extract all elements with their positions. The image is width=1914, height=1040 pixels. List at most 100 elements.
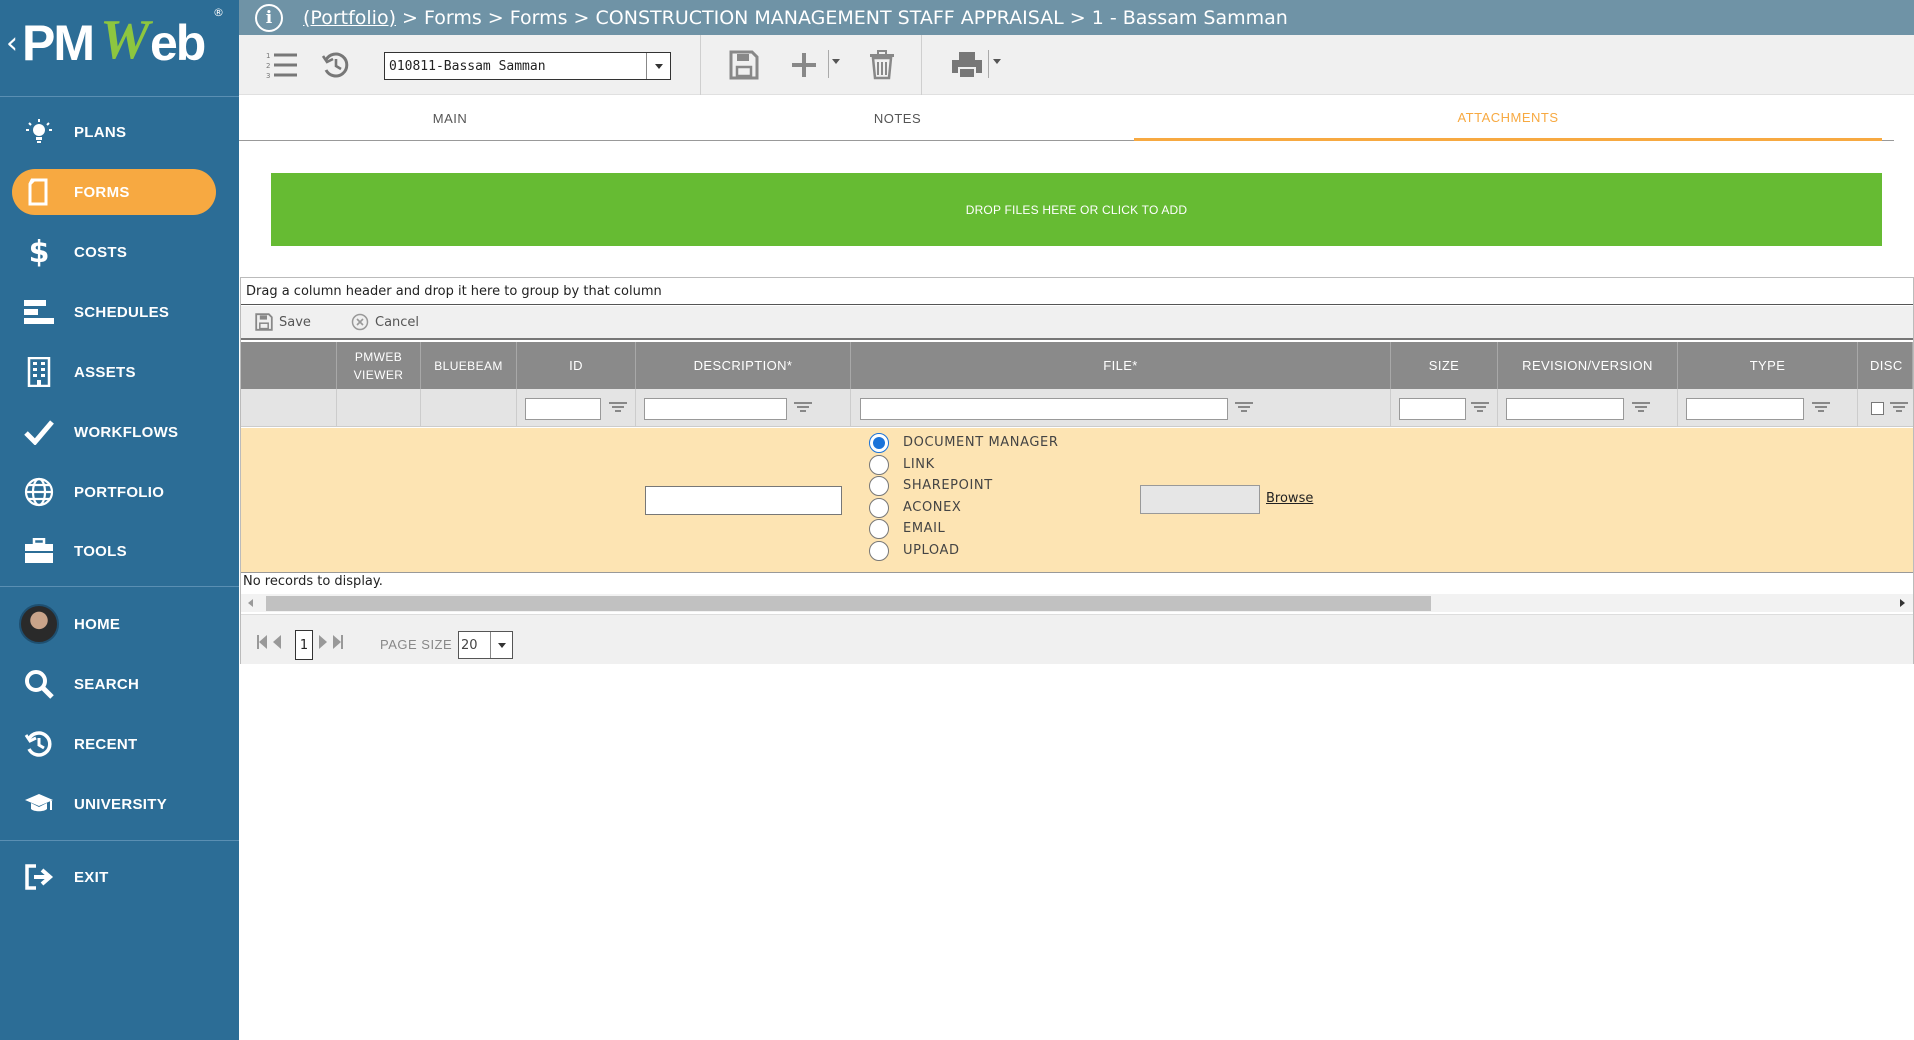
save-icon [255,313,273,331]
scroll-right-icon[interactable] [1900,599,1905,607]
last-page-icon[interactable] [333,635,343,649]
info-icon[interactable]: i [255,3,283,32]
building-icon [16,349,62,395]
tab-notes[interactable]: NOTES [661,96,1134,141]
filter-icon[interactable] [1812,400,1830,416]
pager-controls [257,635,281,649]
radio-button[interactable] [869,540,889,561]
filter-icon[interactable] [1471,400,1489,416]
filter-icon[interactable] [794,400,812,416]
scrollbar-thumb[interactable] [266,596,1431,611]
filter-cell-revision [1498,389,1678,427]
radio-button[interactable] [869,475,889,496]
filter-icon[interactable] [1890,400,1908,416]
print-icon[interactable] [949,47,985,83]
sidebar-divider [0,96,239,97]
radio-button[interactable] [869,497,889,518]
chevron-down-icon[interactable] [832,59,840,64]
sidebar-item-assets[interactable]: ASSETS [12,349,216,395]
file-dropzone[interactable]: DROP FILES HERE OR CLICK TO ADD [271,173,1882,246]
scroll-left-icon[interactable] [248,599,253,607]
new-record-row: DOCUMENT MANAGER LINK SHAREPOINT ACONEX … [241,428,1913,573]
add-icon[interactable] [786,47,822,83]
file-source-label: ACONEX [903,500,962,515]
file-source-option[interactable]: DOCUMENT MANAGER [869,432,1058,453]
sidebar-item-forms[interactable]: FORMS [12,169,216,215]
breadcrumb-path: > Forms > Forms > CONSTRUCTION MANAGEMEN… [396,6,1288,29]
back-arrow-icon[interactable]: ‹ [6,26,18,61]
sidebar-item-plans[interactable]: PLANS [12,109,216,155]
filter-cell-disc [1858,389,1913,427]
filter-cell [421,389,517,427]
first-page-icon[interactable] [257,635,267,649]
logo-w-text: W [100,9,150,71]
header-size[interactable]: SIZE [1391,342,1498,389]
filter-disc-checkbox[interactable] [1871,402,1884,415]
file-source-option[interactable]: SHAREPOINT [869,475,993,496]
filter-revision-input[interactable] [1506,398,1624,420]
previous-page-icon[interactable] [273,635,281,649]
file-source-option[interactable]: UPLOAD [869,540,960,561]
filter-description-input[interactable] [644,398,787,420]
save-icon[interactable] [726,47,762,83]
browse-link[interactable]: Browse [1266,491,1313,506]
sidebar-item-search[interactable]: SEARCH [12,661,216,707]
filter-file-input[interactable] [860,398,1228,420]
header-type[interactable]: TYPE [1678,342,1858,389]
grid-save-button[interactable]: Save [255,313,311,331]
next-page-icon[interactable] [319,635,327,649]
description-input[interactable] [645,486,842,515]
horizontal-scrollbar[interactable] [241,594,1913,612]
header-description[interactable]: DESCRIPTION* [636,342,851,389]
logo-registered-mark: ® [213,6,224,19]
record-selector-value: 010811-Bassam Samman [389,58,546,74]
tab-main[interactable]: MAIN [239,96,661,141]
radio-button[interactable] [869,432,889,453]
header-file[interactable]: FILE* [851,342,1391,389]
header-disc[interactable]: DISC [1858,342,1913,389]
sidebar-item-workflows[interactable]: WORKFLOWS [12,409,216,455]
filter-type-input[interactable] [1686,398,1804,420]
file-source-option[interactable]: EMAIL [869,518,945,539]
breadcrumb-portfolio-link[interactable]: (Portfolio) [303,7,396,29]
filter-icon[interactable] [609,400,627,416]
header-bluebeam[interactable]: BLUEBEAM [421,342,517,389]
sidebar-item-home[interactable]: HOME [12,601,216,647]
file-source-option[interactable]: ACONEX [869,497,961,518]
grid-cancel-button[interactable]: Cancel [351,313,419,331]
pmweb-logo[interactable]: ‹ PM W eb ® [0,0,239,96]
sidebar-item-label: RECENT [74,735,138,753]
group-by-panel[interactable]: Drag a column header and drop it here to… [241,278,1913,305]
header-pmweb-viewer[interactable]: PMWEB VIEWER [337,342,421,389]
file-source-option[interactable]: LINK [869,454,935,475]
radio-button[interactable] [869,454,889,475]
sidebar-item-costs[interactable]: $ COSTS [12,229,216,275]
toolbox-icon [16,528,62,574]
header-id[interactable]: ID [517,342,636,389]
filter-icon[interactable] [1632,400,1650,416]
trash-icon[interactable] [864,47,900,83]
list-view-icon[interactable]: 1 2 3 [264,47,300,83]
filter-icon[interactable] [1235,400,1253,416]
header-revision-version[interactable]: REVISION/VERSION [1498,342,1678,389]
sidebar-item-university[interactable]: UNIVERSITY [12,781,216,827]
gantt-icon [16,289,62,335]
sidebar-item-tools[interactable]: TOOLS [12,528,216,574]
record-selector[interactable]: 010811-Bassam Samman [384,52,671,80]
chevron-down-icon[interactable] [646,53,670,79]
filter-size-input[interactable] [1399,398,1466,420]
current-page-input[interactable]: 1 [295,630,313,660]
radio-button[interactable] [869,518,889,539]
chevron-down-icon[interactable] [490,632,512,658]
sidebar-item-portfolio[interactable]: PORTFOLIO [12,469,216,515]
file-path-input[interactable] [1140,485,1260,514]
filter-id-input[interactable] [525,398,601,420]
tab-attachments[interactable]: ATTACHMENTS [1134,96,1882,141]
page-size-select[interactable]: 20 [458,631,513,659]
sidebar-item-schedules[interactable]: SCHEDULES [12,289,216,335]
chevron-down-icon[interactable] [993,59,1001,64]
sidebar-item-exit[interactable]: EXIT [12,854,216,900]
sidebar-item-recent[interactable]: RECENT [12,721,216,767]
filter-cell-type [1678,389,1858,427]
history-icon[interactable] [318,47,354,83]
